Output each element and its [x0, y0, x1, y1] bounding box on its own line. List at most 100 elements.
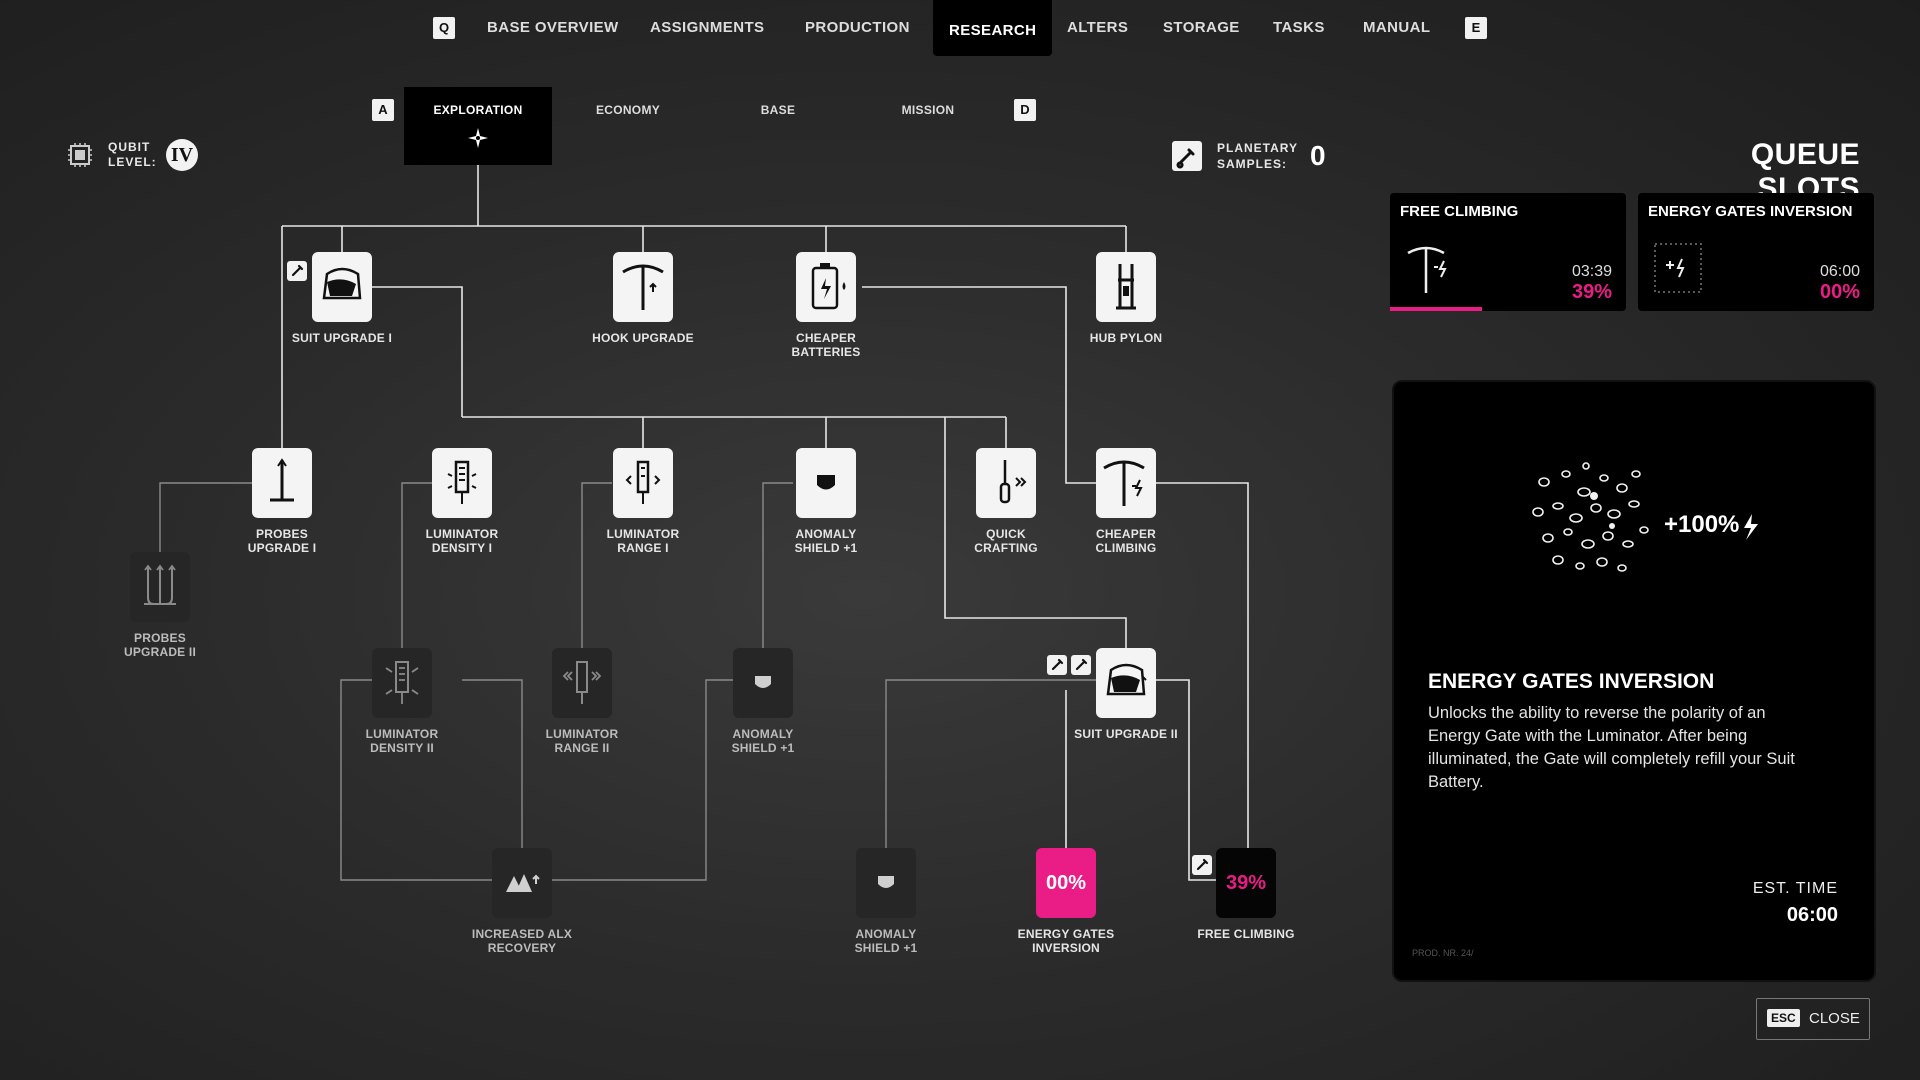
label-luminator-density-2: LUMINATOR DENSITY II — [332, 727, 472, 755]
node-anomaly-shield-c[interactable] — [856, 848, 916, 918]
label-probes-upgrade-2: PROBES UPGRADE II — [90, 631, 230, 659]
node-anomaly-shield-a[interactable] — [796, 448, 856, 518]
research-detail-panel: +100% ENERGY GATES INVERSION Unlocks the… — [1392, 380, 1876, 982]
node-cheaper-climbing[interactable] — [1096, 448, 1156, 518]
sample-required-icon — [1071, 655, 1091, 675]
label-luminator-density-1: LUMINATOR DENSITY I — [392, 527, 532, 555]
est-time-value: 06:00 — [1786, 904, 1838, 926]
label-cheaper-climbing: CHEAPER CLIMBING — [1056, 527, 1196, 555]
helmet-icon — [322, 267, 362, 300]
esc-key: ESC — [1767, 1009, 1800, 1027]
label-anomaly-shield-a: ANOMALY SHIELD +1 — [756, 527, 896, 555]
label-luminator-range-1: LUMINATOR RANGE I — [573, 527, 713, 555]
triple-probe-icon — [144, 564, 176, 605]
label-line: SHIELD +1 — [794, 541, 858, 555]
probe-icon — [270, 458, 294, 502]
label-line: CHEAPER — [795, 331, 857, 345]
sample-required-icon — [287, 261, 307, 281]
node-probes-upgrade-2[interactable] — [130, 552, 190, 622]
node-hook-upgrade[interactable] — [613, 252, 673, 322]
label-line: DENSITY II — [370, 741, 434, 755]
node-suit-upgrade-1[interactable] — [312, 252, 372, 322]
queue-slot-percent: 00% — [1819, 281, 1860, 303]
label-line: ANOMALY — [732, 727, 794, 741]
label-line: SHIELD +1 — [854, 941, 918, 955]
label-suit-upgrade-2: SUIT UPGRADE II — [1074, 727, 1178, 741]
label-line: ANOMALY — [855, 927, 917, 941]
node-luminator-density-1[interactable] — [432, 448, 492, 518]
queue-slot-2[interactable]: ENERGY GATES INVERSION 06:00 00% — [1638, 193, 1874, 311]
label-quick-crafting: QUICK CRAFTING — [936, 527, 1076, 555]
pickaxe-bolt-icon — [1103, 460, 1145, 506]
queue-slot-time: 03:39 — [1571, 263, 1612, 280]
energy-gates-progress: 00% — [1045, 871, 1087, 894]
label-line: LUMINATOR — [606, 527, 680, 541]
screwdriver-icon — [999, 460, 1027, 504]
node-hub-pylon[interactable] — [1096, 252, 1156, 322]
label-line: CLIMBING — [1095, 541, 1157, 555]
detail-description: Unlocks the ability to reverse the polar… — [1428, 704, 1795, 791]
node-anomaly-shield-b[interactable] — [733, 648, 793, 718]
queue-slot-name: ENERGY GATES INVERSION — [1648, 203, 1853, 220]
label-line: RANGE II — [554, 741, 610, 755]
label-hook-upgrade: HOOK UPGRADE — [592, 331, 694, 345]
label-energy-gates-inversion: ENERGY GATES INVERSION — [996, 927, 1136, 955]
label-anomaly-shield-b: ANOMALY SHIELD +1 — [693, 727, 833, 755]
node-probes-upgrade-1[interactable] — [252, 448, 312, 518]
node-luminator-range-1[interactable] — [613, 448, 673, 518]
label-line: DENSITY I — [431, 541, 493, 555]
label-line: UPGRADE II — [123, 645, 196, 659]
shield-icon — [878, 876, 894, 888]
node-quick-crafting[interactable] — [976, 448, 1036, 518]
helmet-icon — [1106, 663, 1147, 696]
alx-crystal-icon — [506, 874, 540, 892]
label-line: RECOVERY — [487, 941, 557, 955]
free-climbing-progress: 39% — [1225, 871, 1267, 894]
node-luminator-range-2[interactable] — [552, 648, 612, 718]
label-cheaper-batteries: CHEAPER BATTERIES — [756, 331, 896, 359]
energy-gate-icon — [1654, 243, 1702, 293]
pickaxe-bolt-icon — [1407, 246, 1447, 293]
close-button[interactable]: ESC CLOSE — [1756, 998, 1870, 1040]
label-line: LUMINATOR — [365, 727, 439, 741]
detail-title: ENERGY GATES INVERSION — [1428, 670, 1715, 693]
label-anomaly-shield-c: ANOMALY SHIELD +1 — [816, 927, 956, 955]
node-increased-alx-recovery[interactable] — [492, 848, 552, 918]
queue-slot-time: 06:00 — [1819, 263, 1860, 280]
luminator-icon — [385, 661, 419, 704]
sample-required-icon — [1192, 855, 1212, 875]
label-line: SHIELD +1 — [731, 741, 795, 755]
node-energy-gates-inversion[interactable]: 00% — [1036, 848, 1096, 918]
sample-required-icon — [1047, 655, 1067, 675]
label-line: BATTERIES — [791, 345, 861, 359]
node-luminator-density-2[interactable] — [372, 648, 432, 718]
shield-icon — [817, 475, 835, 490]
label-line: ENERGY GATES — [1017, 927, 1115, 941]
label-line: INVERSION — [1032, 941, 1100, 955]
label-line: ANOMALY — [795, 527, 857, 541]
product-code: PROD. NR. 24/ — [1412, 948, 1474, 958]
bonus-text: +100% — [1664, 511, 1739, 538]
node-free-climbing[interactable]: 39% — [1216, 848, 1276, 918]
label-line: PROBES — [256, 527, 308, 541]
label-hub-pylon: HUB PYLON — [1089, 331, 1163, 345]
label-line: LUMINATOR — [425, 527, 499, 541]
close-label: CLOSE — [1809, 1010, 1860, 1027]
label-line: LUMINATOR — [545, 727, 619, 741]
shield-icon — [755, 676, 771, 688]
queue-slot-1[interactable]: FREE CLIMBING 03:39 39% — [1390, 193, 1626, 311]
label-line: PROBES — [134, 631, 186, 645]
node-cheaper-batteries[interactable] — [796, 252, 856, 322]
label-probes-upgrade-1: PROBES UPGRADE I — [212, 527, 352, 555]
pickaxe-icon — [622, 264, 664, 310]
pylon-icon — [1116, 264, 1136, 310]
luminator-icon — [447, 460, 477, 504]
node-suit-upgrade-2[interactable] — [1096, 648, 1156, 718]
queue-slot-progress-bar — [1390, 307, 1483, 311]
energy-particles-icon: +100% — [1532, 462, 1758, 572]
queue-slot-name: FREE CLIMBING — [1400, 203, 1519, 220]
label-line: RANGE I — [617, 541, 669, 555]
label-line: QUICK — [986, 527, 1026, 541]
battery-icon — [811, 263, 846, 310]
label-line: CHEAPER — [1095, 527, 1157, 541]
